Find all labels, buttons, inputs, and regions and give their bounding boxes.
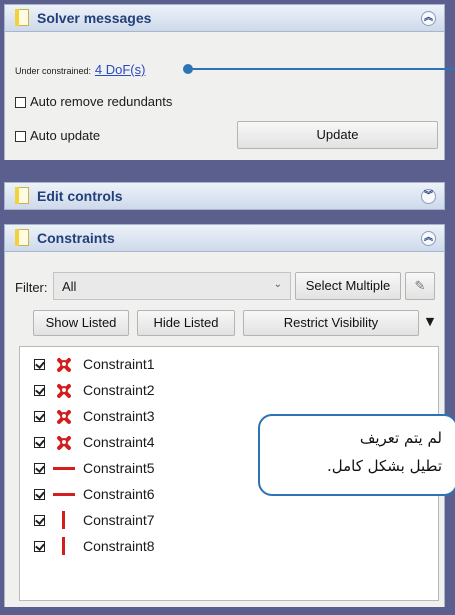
panel-separator	[4, 210, 445, 224]
callout-line-2: تطيل بشكل كامل.	[327, 457, 442, 475]
vertical-icon	[53, 511, 75, 529]
auto-remove-label: Auto remove redundants	[30, 94, 173, 109]
coincident-x-icon	[53, 407, 75, 425]
checkbox-checked[interactable]	[34, 514, 45, 526]
note-icon	[13, 186, 31, 206]
constraint-label: Constraint8	[83, 538, 155, 554]
chevron-down-icon: ⌄	[273, 279, 282, 290]
filter-value: All	[62, 279, 77, 294]
dof-link[interactable]: 4 DoF(s)	[95, 62, 146, 77]
show-listed-button[interactable]: Show Listed	[33, 310, 129, 336]
horizontal-icon	[53, 459, 75, 477]
list-item[interactable]: Constraint3	[34, 405, 155, 427]
constraint-label: Constraint4	[83, 434, 155, 450]
solver-messages-header[interactable]: Solver messages ︽	[4, 4, 445, 32]
annotation-callout: لم يتم تعريف تطيل بشكل كامل.	[258, 414, 455, 496]
dropdown-arrow-icon[interactable]: ▼	[421, 310, 439, 336]
solver-messages-title: Solver messages	[37, 10, 152, 26]
checkbox-checked[interactable]	[34, 384, 45, 396]
auto-update-row[interactable]: Auto update	[15, 128, 100, 143]
panel-separator	[4, 160, 445, 182]
coincident-x-icon	[53, 355, 75, 373]
collapse-icon[interactable]: ︽	[421, 231, 436, 246]
constraints-header[interactable]: Constraints ︽	[4, 224, 445, 252]
checkbox-checked[interactable]	[34, 488, 45, 500]
checkbox-checked[interactable]	[34, 436, 45, 448]
annotation-pointer-line	[190, 68, 455, 70]
auto-update-label: Auto update	[30, 128, 101, 143]
callout-line-1: لم يتم تعريف	[359, 429, 442, 447]
auto-remove-checkbox[interactable]	[15, 97, 26, 108]
list-item[interactable]: Constraint2	[34, 379, 155, 401]
list-item[interactable]: Constraint7	[34, 509, 155, 531]
auto-remove-row[interactable]: Auto remove redundants	[15, 94, 172, 109]
constraint-label: Constraint3	[83, 408, 155, 424]
horizontal-icon	[53, 485, 75, 503]
select-multiple-button[interactable]: Select Multiple	[295, 272, 401, 300]
note-icon	[13, 8, 31, 28]
constraint-label: Constraint1	[83, 356, 155, 372]
list-item[interactable]: Constraint6	[34, 483, 155, 505]
constraints-title: Constraints	[37, 230, 115, 246]
checkbox-checked[interactable]	[34, 462, 45, 474]
list-item[interactable]: Constraint5	[34, 457, 155, 479]
coincident-x-icon	[53, 381, 75, 399]
constraint-label: Constraint7	[83, 512, 155, 528]
solver-status: Under constrained: 4 DoF(s)	[15, 62, 145, 77]
coincident-x-icon	[53, 433, 75, 451]
edit-controls-header[interactable]: Edit controls ︾	[4, 182, 445, 210]
filter-select[interactable]: All ⌄	[53, 272, 291, 300]
annotation-pointer-dot	[183, 64, 193, 74]
note-icon	[13, 228, 31, 248]
checkbox-checked[interactable]	[34, 358, 45, 370]
constraint-label: Constraint5	[83, 460, 155, 476]
edit-controls-title: Edit controls	[37, 188, 123, 204]
list-item[interactable]: Constraint1	[34, 353, 155, 375]
hide-listed-button[interactable]: Hide Listed	[137, 310, 235, 336]
list-item[interactable]: Constraint8	[34, 535, 155, 557]
solver-messages-body: Under constrained: 4 DoF(s) Auto remove …	[4, 32, 445, 160]
auto-update-checkbox[interactable]	[15, 131, 26, 142]
list-item[interactable]: Constraint4	[34, 431, 155, 453]
constraint-label: Constraint2	[83, 382, 155, 398]
vertical-icon	[53, 537, 75, 555]
status-label: Under constrained:	[15, 66, 92, 76]
checkbox-checked[interactable]	[34, 540, 45, 552]
collapse-icon[interactable]: ︽	[421, 11, 436, 26]
update-button[interactable]: Update	[237, 121, 438, 149]
restrict-visibility-button[interactable]: Restrict Visibility	[243, 310, 419, 336]
expand-icon[interactable]: ︾	[421, 189, 436, 204]
constraint-label: Constraint6	[83, 486, 155, 502]
filter-label: Filter:	[15, 280, 48, 295]
checkbox-checked[interactable]	[34, 410, 45, 422]
settings-icon[interactable]: ✎	[405, 272, 435, 300]
